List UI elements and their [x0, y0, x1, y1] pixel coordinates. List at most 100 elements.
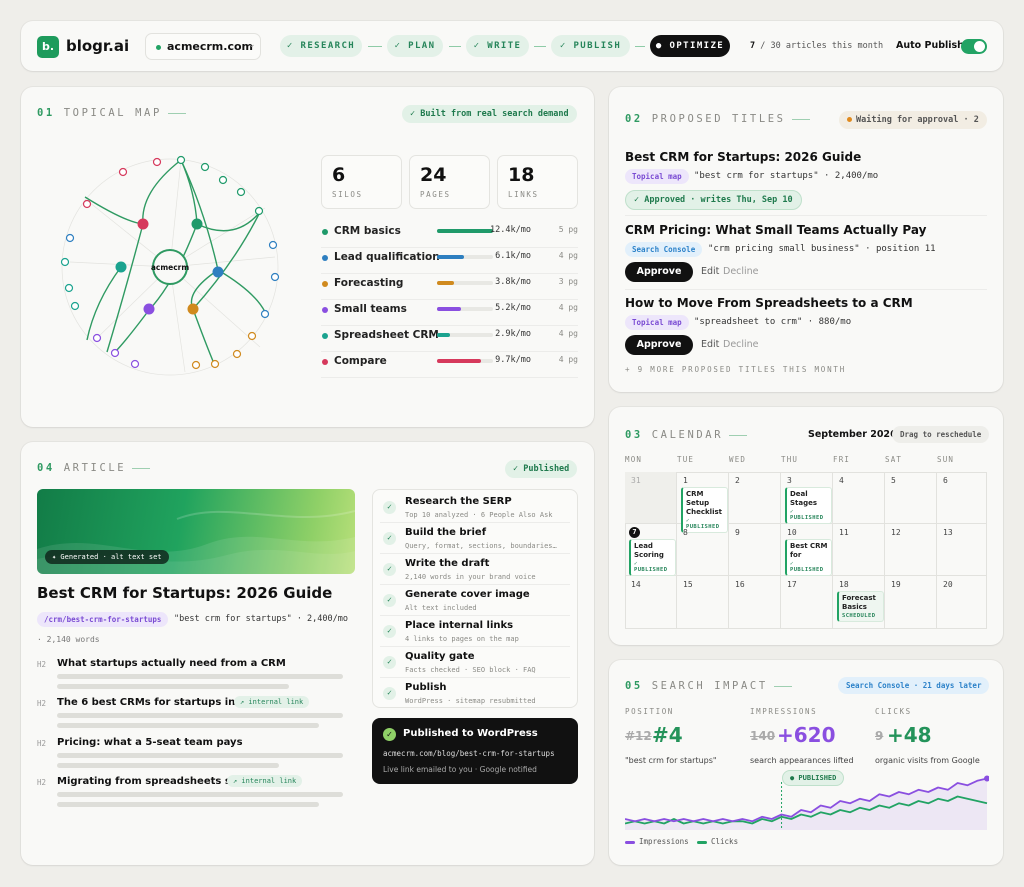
- step-optimize[interactable]: ● OPTIMIZE: [650, 35, 730, 57]
- checklist-sub: Top 10 analyzed · 6 People Also Ask: [405, 511, 553, 519]
- check-icon: ✓: [383, 656, 396, 669]
- checklist-item[interactable]: ✓ Generate cover image Alt text included: [380, 585, 570, 616]
- silo-row[interactable]: Lead qualification 6.1k/mo 4 pg: [321, 248, 578, 274]
- calendar-day[interactable]: 19: [885, 576, 937, 629]
- metric-sub: "best crm for startups": [625, 756, 717, 765]
- logo-icon[interactable]: b.: [37, 36, 59, 58]
- calendar-day[interactable]: 18 Forecast Basics SCHEDULED: [833, 576, 885, 629]
- h2-tag: H2: [37, 660, 47, 669]
- checklist-item[interactable]: ✓ Quality gate Facts checked · SEO block ·…: [380, 647, 570, 678]
- calendar-day[interactable]: 14: [625, 576, 677, 629]
- auto-publish-toggle[interactable]: [961, 39, 987, 54]
- day-number: 11: [839, 528, 849, 537]
- calendar-day[interactable]: 9: [729, 524, 781, 576]
- silo-row[interactable]: Small teams 5.2k/mo 4 pg: [321, 300, 578, 326]
- stat-silos: 6 SILOS: [321, 155, 402, 209]
- calendar-day[interactable]: 12: [885, 524, 937, 576]
- proposed-title[interactable]: Best CRM for Startups: 2026 Guide: [625, 150, 861, 164]
- usage-count: 7 / 30 articles this month: [750, 41, 884, 51]
- calendar-day[interactable]: 13: [937, 524, 987, 576]
- silo-row[interactable]: CRM basics 12.4k/mo 5 pg: [321, 222, 578, 248]
- silo-volume: 3.8k/mo: [495, 277, 531, 287]
- published-marker: ● PUBLISHED: [782, 770, 845, 786]
- calendar-day[interactable]: 3 Deal Stages ✓ PUBLISHED: [781, 472, 833, 524]
- day-number: 13: [943, 528, 953, 537]
- approve-button[interactable]: Approve: [625, 262, 693, 282]
- metric-new: #4: [652, 723, 683, 747]
- silo-row[interactable]: Forecasting 3.8k/mo 3 pg: [321, 274, 578, 300]
- silo-volume: 6.1k/mo: [495, 251, 531, 261]
- calendar-day[interactable]: 7 Lead Scoring ✓ PUBLISHED: [625, 524, 677, 576]
- metric-old: 9: [875, 729, 884, 743]
- calendar-day[interactable]: 8: [677, 524, 729, 576]
- checklist-title: Write the draft: [405, 558, 490, 569]
- calendar-event[interactable]: Forecast Basics SCHEDULED: [837, 591, 884, 622]
- outline-heading[interactable]: Pricing: what a 5-seat team pays: [57, 737, 243, 748]
- proposed-title[interactable]: How to Move From Spreadsheets to a CRM: [625, 296, 913, 310]
- edit-link[interactable]: Edit: [701, 266, 719, 277]
- topical-map-graph[interactable]: acmecrm: [55, 152, 295, 382]
- calendar-event[interactable]: Lead Scoring ✓ PUBLISHED: [629, 539, 676, 576]
- calendar-day[interactable]: 15: [677, 576, 729, 629]
- proposed-titles-title: 02 PROPOSED TITLES: [625, 113, 810, 125]
- calendar-day[interactable]: 10 Best CRM for ✓ PUBLISHED: [781, 524, 833, 576]
- step-plan[interactable]: ✓ PLAN: [387, 35, 443, 57]
- domain-selector[interactable]: acmecrm.com ⌄: [145, 33, 261, 60]
- wordpress-url[interactable]: acmecrm.com/blog/best-crm-for-startups: [383, 749, 555, 758]
- silo-row[interactable]: Spreadsheet CRM 2.9k/mo 4 pg: [321, 326, 578, 352]
- approve-button[interactable]: Approve: [625, 335, 693, 355]
- proposed-title[interactable]: CRM Pricing: What Small Teams Actually P…: [625, 223, 926, 237]
- outline-heading[interactable]: What startups actually need from a CRM: [57, 658, 286, 669]
- calendar-day[interactable]: 20: [937, 576, 987, 629]
- silo-pages: 4 pg: [558, 355, 578, 364]
- metric-label: IMPRESSIONS: [750, 707, 818, 716]
- day-number: 19: [891, 580, 901, 589]
- calendar-day[interactable]: 6: [937, 472, 987, 524]
- checklist-title: Build the brief: [405, 527, 487, 538]
- cover-image[interactable]: ✦ Generated · alt text set: [37, 489, 355, 574]
- step-research[interactable]: ✓ RESEARCH: [280, 35, 362, 57]
- silo-volume: 2.9k/mo: [495, 329, 531, 339]
- cover-generated-badge: ✦ Generated · alt text set: [45, 550, 169, 564]
- weekday-label: WED: [729, 455, 747, 464]
- checklist-item[interactable]: ✓ Write the draft 2,140 words in your bran…: [380, 554, 570, 585]
- calendar-day[interactable]: 5: [885, 472, 937, 524]
- calendar-day[interactable]: 11: [833, 524, 885, 576]
- step-connector: [449, 46, 461, 47]
- weekday-label: MON: [625, 455, 643, 464]
- article-words: · 2,140 words: [37, 635, 100, 644]
- day-number: 20: [943, 580, 953, 589]
- event-title: Best CRM for: [790, 542, 828, 559]
- checklist-item[interactable]: ✓ Publish WordPress · sitemap resubmitted: [380, 678, 570, 709]
- decline-link[interactable]: Decline: [723, 266, 759, 277]
- article-headline[interactable]: Best CRM for Startups: 2026 Guide: [37, 584, 332, 602]
- article-slug[interactable]: /crm/best-crm-for-startups: [37, 612, 169, 627]
- calendar-day[interactable]: 2: [729, 472, 781, 524]
- internal-link-tag[interactable]: ↗ internal link: [234, 696, 310, 708]
- check-circle-icon: ✓: [383, 728, 396, 741]
- silo-row[interactable]: Compare 9.7k/mo 4 pg: [321, 352, 578, 378]
- decline-link[interactable]: Decline: [723, 339, 759, 350]
- calendar-day[interactable]: 1 CRM Setup Checklist ✓ PUBLISHED: [677, 472, 729, 533]
- silo-volume-bar: [437, 333, 493, 337]
- checklist-sub: Alt text included: [405, 604, 477, 612]
- checklist-item[interactable]: ✓ Place internal links 4 links to pages on…: [380, 616, 570, 647]
- calendar-event[interactable]: Deal Stages ✓ PUBLISHED: [785, 487, 832, 524]
- calendar-event[interactable]: Best CRM for ✓ PUBLISHED: [785, 539, 832, 576]
- weekday-label: THU: [781, 455, 799, 464]
- calendar-day[interactable]: 17: [781, 576, 833, 629]
- brand-name[interactable]: blogr.ai: [66, 37, 129, 55]
- search-impact-title: 05 SEARCH IMPACT: [625, 680, 792, 692]
- step-write[interactable]: ✓ WRITE: [466, 35, 529, 57]
- calendar-day[interactable]: 4: [833, 472, 885, 524]
- more-titles-link[interactable]: + 9 MORE PROPOSED TITLES THIS MONTH: [625, 365, 846, 374]
- calendar-day[interactable]: 16: [729, 576, 781, 629]
- internal-link-tag[interactable]: ↗ internal link: [227, 775, 303, 787]
- checklist-item[interactable]: ✓ Build the brief Query, format, sections,…: [380, 523, 570, 554]
- step-publish[interactable]: ✓ PUBLISH: [551, 35, 630, 57]
- silo-color-dot: [322, 255, 328, 261]
- edit-link[interactable]: Edit: [701, 339, 719, 350]
- calendar-day[interactable]: 31: [625, 472, 677, 524]
- event-title: CRM Setup Checklist: [686, 490, 722, 516]
- checklist-item[interactable]: ✓ Research the SERP Top 10 analyzed · 6 Pe…: [380, 492, 570, 523]
